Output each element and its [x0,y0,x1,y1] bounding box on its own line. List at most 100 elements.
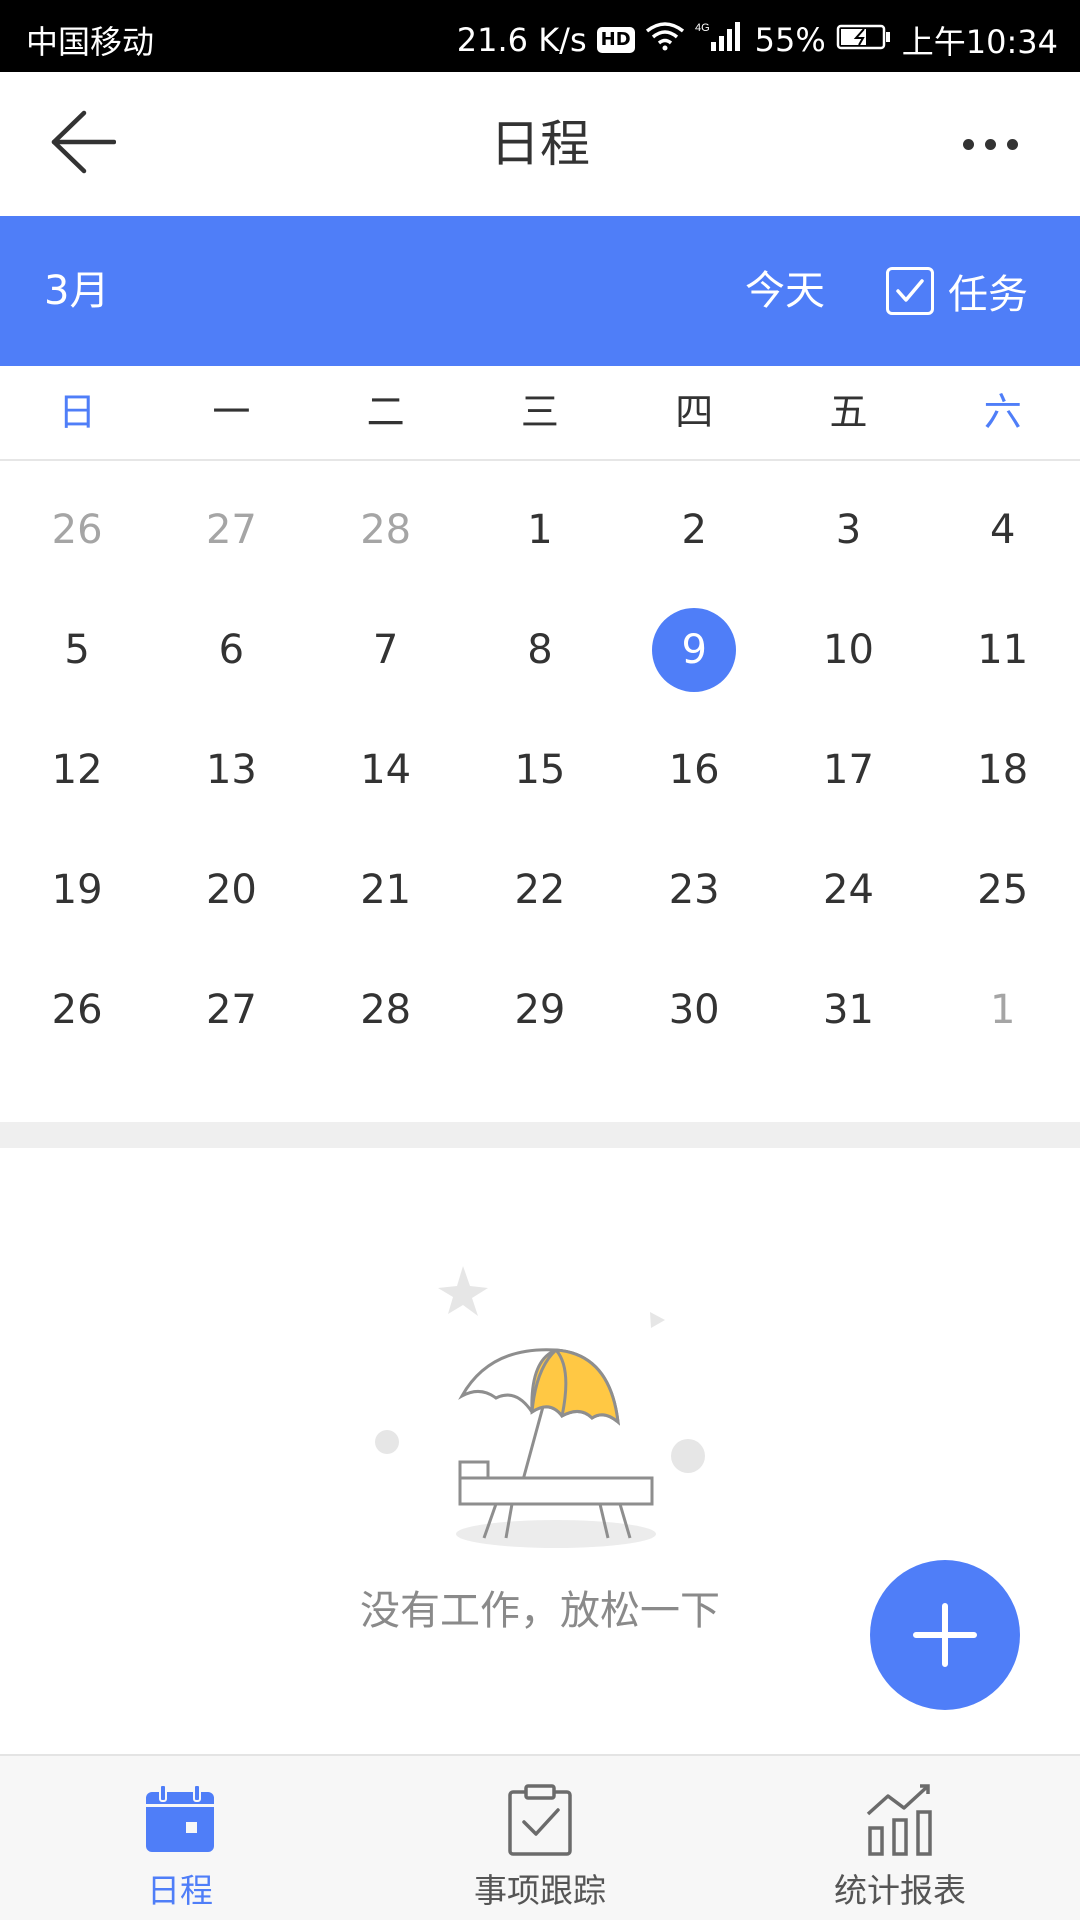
calendar-day[interactable]: 31 [771,950,925,1070]
calendar-day[interactable]: 28 [309,470,463,590]
network-type-label: 4G [695,22,710,34]
calendar-day[interactable]: 15 [463,710,617,830]
weekday-label: 日 [58,390,97,434]
task-toggle[interactable]: 任务 [886,216,1028,366]
calendar-day[interactable]: 11 [926,590,1080,710]
nav-tab-task-tracking[interactable]: 事项跟踪 [360,1756,720,1920]
day-number: 13 [205,747,257,793]
calendar-day[interactable]: 16 [617,710,771,830]
calendar-day[interactable]: 3 [771,470,925,590]
day-number: 31 [823,987,874,1033]
calendar-day-selected[interactable]: 9 [617,590,771,710]
day-number: 27 [205,987,257,1033]
day-number: 2 [681,507,707,553]
network-speed: 21.6 K/s [456,21,587,59]
day-number: 18 [977,747,1029,793]
calendar-day[interactable]: 26 [0,470,154,590]
page-title: 日程 [490,115,590,173]
day-number: 9 [652,608,737,692]
day-number: 24 [823,867,874,913]
calendar-day[interactable]: 18 [926,710,1080,830]
day-number: 1 [527,507,553,553]
calendar-day[interactable]: 24 [771,830,925,950]
more-dot-icon [1006,138,1018,150]
calendar-day[interactable]: 20 [154,830,308,950]
calendar-day[interactable]: 27 [154,470,308,590]
weekday-label: 五 [829,390,868,434]
carrier-name: 中国移动 [26,23,155,61]
calendar-day[interactable]: 23 [617,830,771,950]
current-month[interactable]: 3月 [44,216,109,366]
day-number: 15 [514,747,566,793]
day-number: 26 [51,507,103,553]
nav-label: 日程 [147,1871,213,1910]
day-number: 8 [527,627,553,673]
calendar-day[interactable]: 14 [309,710,463,830]
day-number: 28 [360,507,412,553]
calendar-day[interactable]: 19 [0,830,154,950]
day-number: 7 [372,627,399,673]
day-number: 25 [977,867,1029,913]
calendar-day[interactable]: 21 [309,830,463,950]
back-arrow-icon [50,109,117,179]
nav-tab-schedule[interactable]: 日程 [0,1756,360,1920]
month-bar: 3月 今天 任务 [0,216,1080,366]
calendar-day[interactable]: 4 [926,470,1080,590]
calendar-day[interactable]: 5 [0,590,154,710]
calendar-day[interactable]: 12 [0,710,154,830]
day-number: 10 [823,627,874,673]
hd-badge: HD [596,27,635,53]
calendar-day[interactable]: 6 [154,590,308,710]
calendar-day[interactable]: 17 [771,710,925,830]
wifi-icon [645,21,685,59]
bottom-navigation: 日程 事项跟踪 统计报表 [0,1754,1080,1920]
day-number: 28 [360,987,412,1033]
add-schedule-button[interactable] [870,1560,1020,1710]
calendar-day[interactable]: 30 [617,950,771,1070]
calendar-day[interactable]: 26 [0,950,154,1070]
clipboard-check-icon [502,1782,578,1858]
weekday-label: 四 [675,390,714,434]
battery-percent: 55% [754,21,826,59]
weekday-label: 二 [366,390,405,434]
cell-signal-icon: 4G [695,20,745,60]
day-number: 12 [51,747,103,793]
calendar-day[interactable]: 13 [154,710,308,830]
calendar-grid: 26 27 28 1 2 3 4 5 6 7 8 9 10 11 12 13 14 15 16 17 18 19 20 21 2… [0,470,1080,1070]
checkmark-icon [896,279,924,302]
status-bar: 中国移动 21.6 K/s HD 4G 55% 上午10:34 [0,0,1080,72]
today-button[interactable]: 今天 [745,216,825,366]
calendar-day[interactable]: 28 [309,950,463,1070]
day-number: 11 [977,627,1029,673]
calendar-week-row: 5 6 7 8 9 10 11 [0,590,1080,710]
calendar-day[interactable]: 22 [463,830,617,950]
task-checkbox[interactable] [886,267,934,315]
calendar-day[interactable]: 8 [463,590,617,710]
weekday-label: 一 [212,390,251,434]
weekday-label: 三 [520,390,559,434]
nav-tab-statistics[interactable]: 统计报表 [720,1756,1080,1920]
day-number: 14 [360,747,412,793]
calendar-day[interactable]: 1 [463,470,617,590]
day-number: 23 [668,867,720,913]
section-divider [0,1122,1080,1148]
day-number: 22 [514,867,566,913]
back-button[interactable] [50,108,130,180]
day-number: 1 [989,987,1016,1033]
more-options-button[interactable] [940,118,1040,170]
calendar-day[interactable]: 27 [154,950,308,1070]
day-number: 5 [64,627,90,673]
calendar-day[interactable]: 2 [617,470,771,590]
calendar-day[interactable]: 25 [926,830,1080,950]
calendar-day[interactable]: 1 [926,950,1080,1070]
bar-chart-trend-icon [862,1782,938,1858]
plus-icon [913,1603,977,1667]
calendar-day[interactable]: 10 [771,590,925,710]
day-number: 30 [668,987,720,1033]
weekday-header: 日一二三四五六 [0,366,1080,461]
calendar-week-row: 19 20 21 22 23 24 25 [0,830,1080,950]
day-number: 27 [205,507,257,553]
app-bar: 日程 [0,72,1080,216]
calendar-day[interactable]: 29 [463,950,617,1070]
calendar-day[interactable]: 7 [309,590,463,710]
